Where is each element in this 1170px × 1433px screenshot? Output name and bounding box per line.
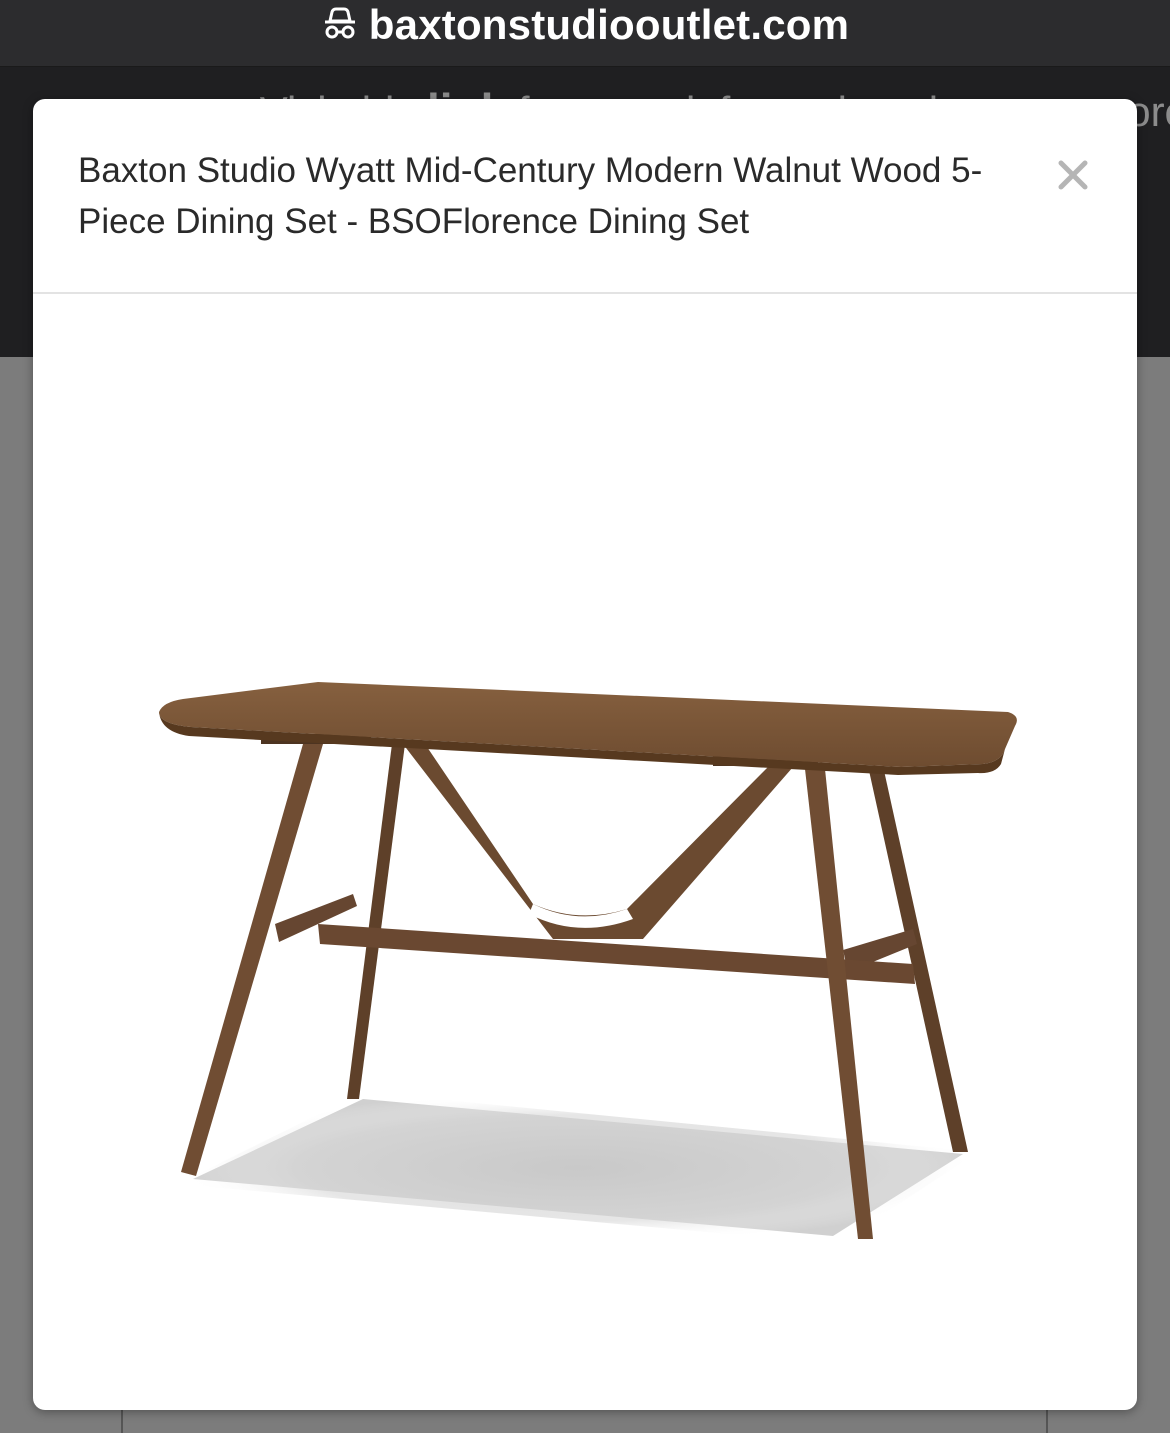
product-image: [33, 294, 1137, 1410]
close-button[interactable]: [1053, 155, 1093, 195]
close-icon: [1058, 160, 1088, 190]
privacy-lock-icon: [321, 4, 359, 47]
browser-address-bar: baxtonstudiooutlet.com: [0, 0, 1170, 67]
url-text: baxtonstudiooutlet.com: [368, 1, 850, 48]
product-modal: Baxton Studio Wyatt Mid-Century Modern W…: [33, 99, 1137, 1410]
dining-table-image: [159, 682, 1017, 1244]
modal-title: Baxton Studio Wyatt Mid-Century Modern W…: [78, 151, 983, 241]
url-field[interactable]: baxtonstudiooutlet.com: [0, 0, 1170, 50]
modal-header: Baxton Studio Wyatt Mid-Century Modern W…: [33, 99, 1137, 294]
